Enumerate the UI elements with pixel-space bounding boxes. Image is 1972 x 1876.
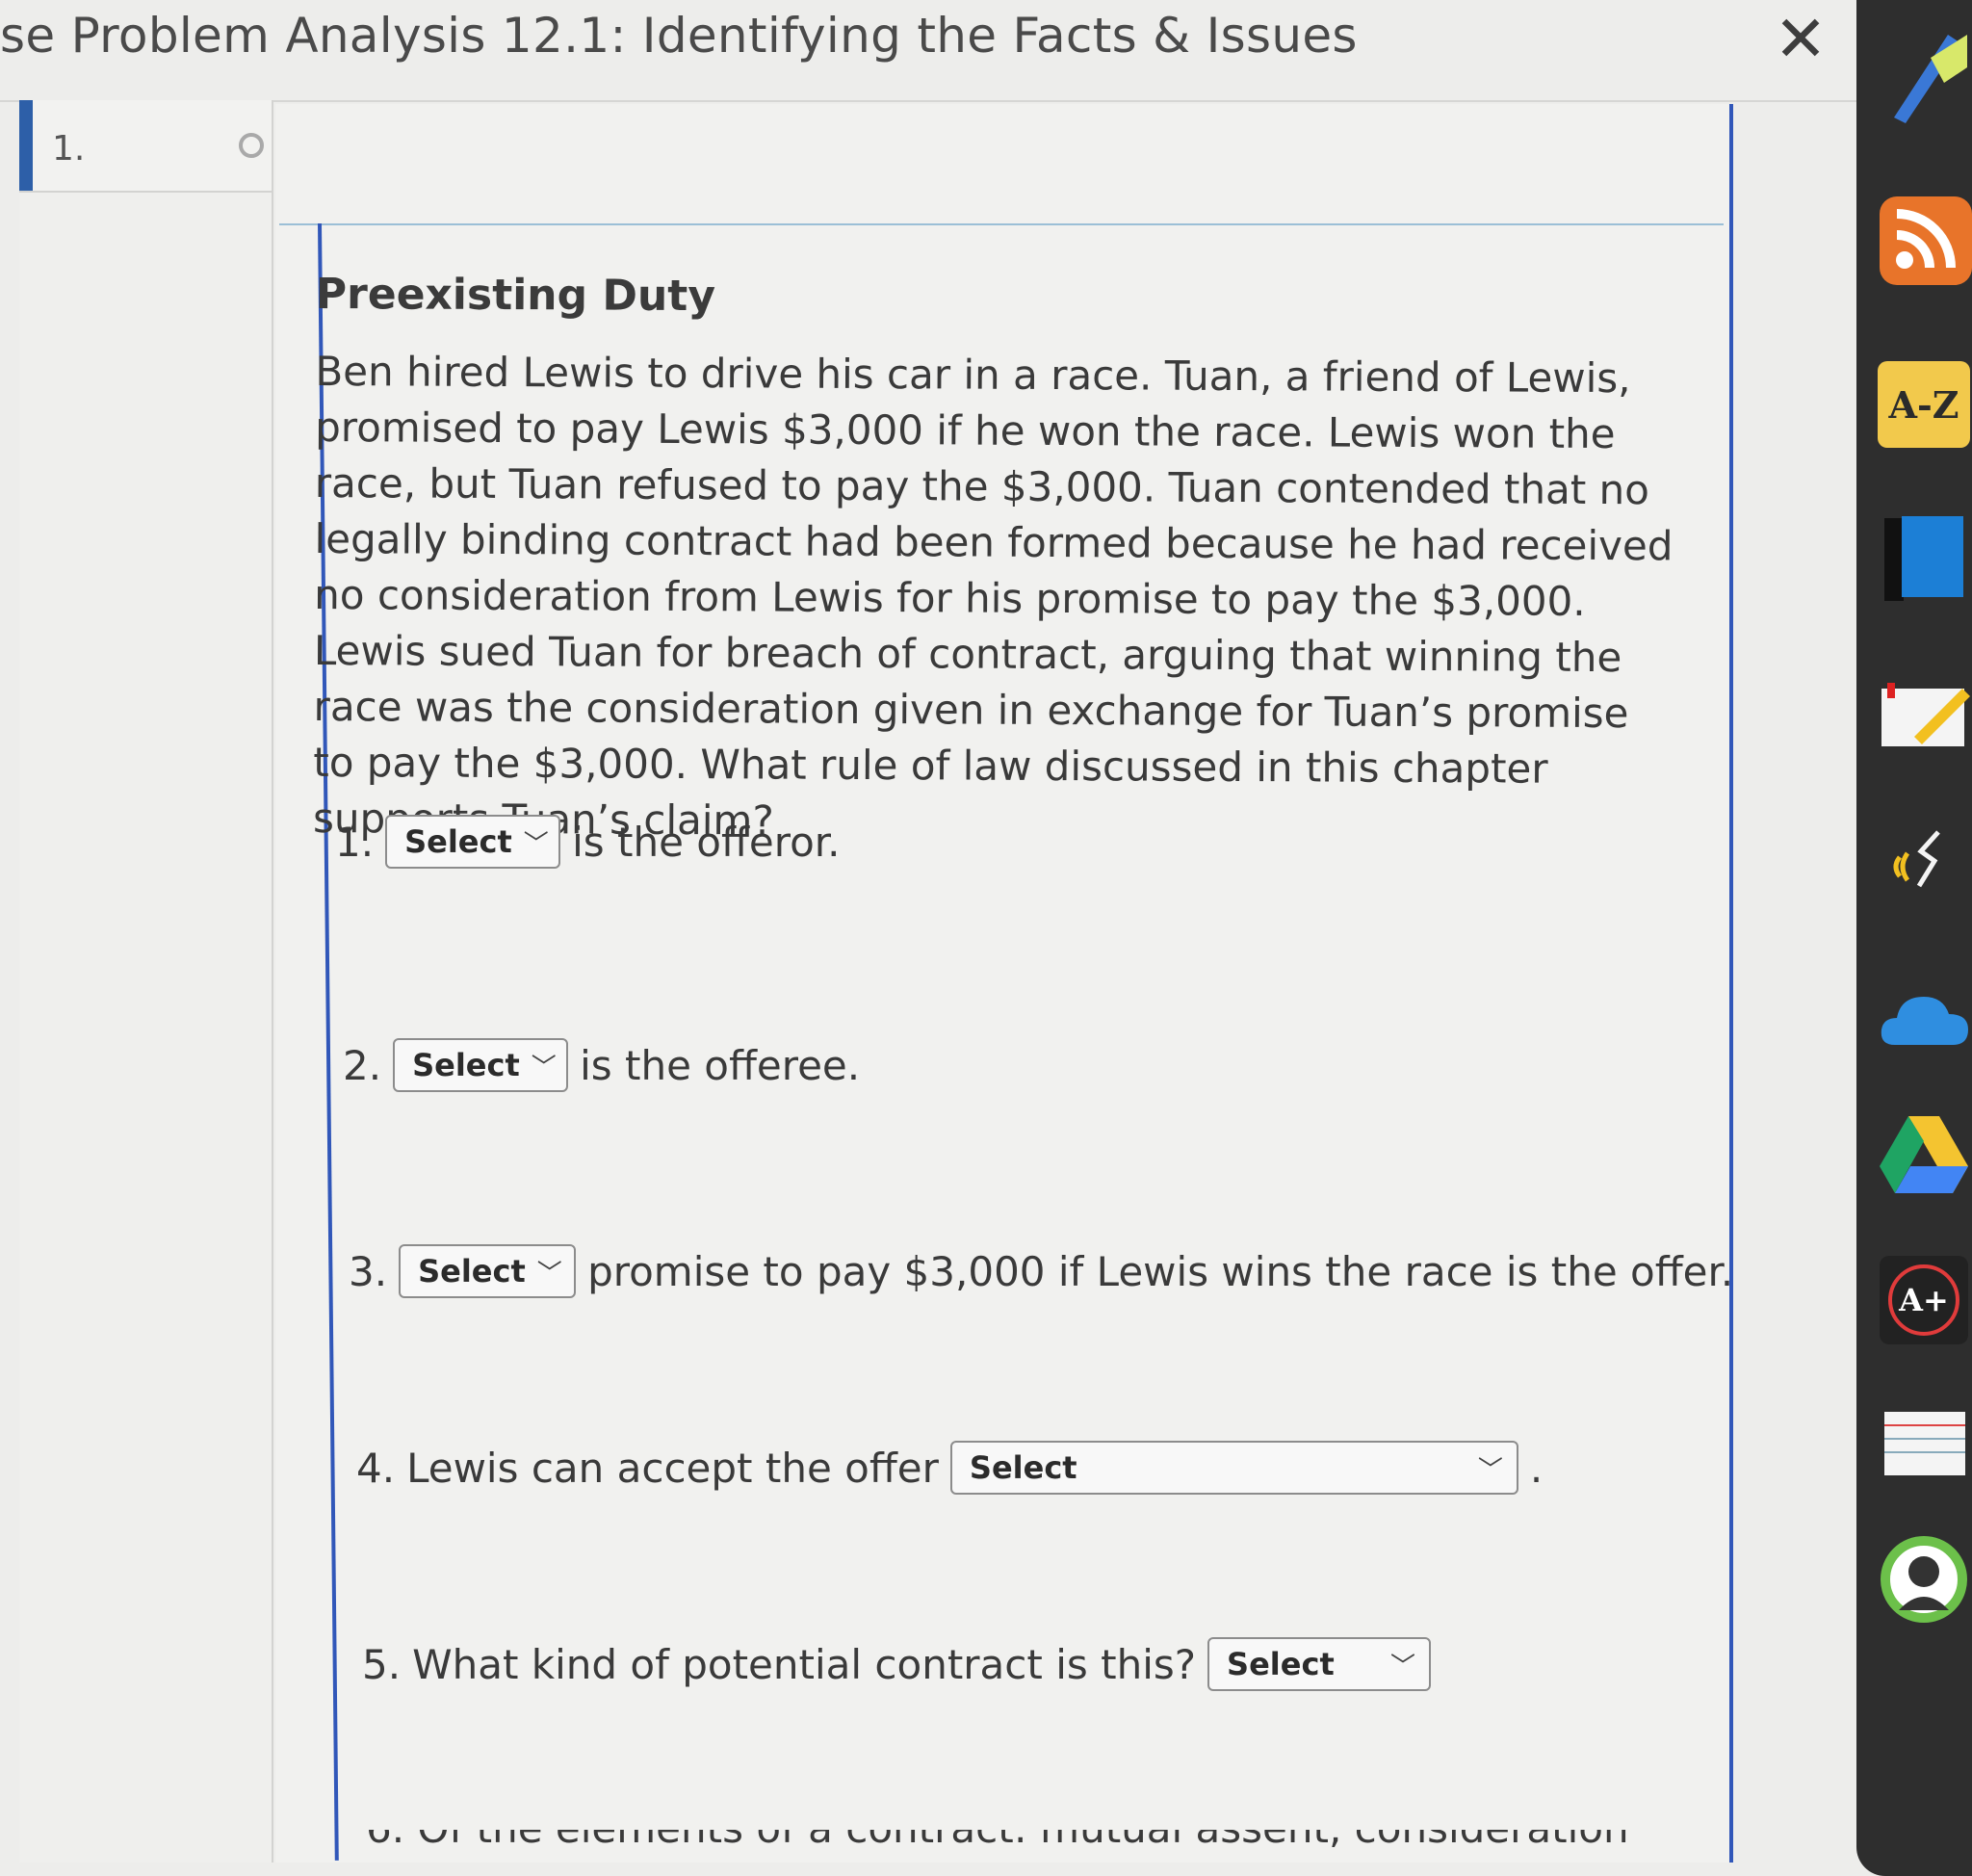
item-text: promise to pay $3,000 if Lewis wins the …: [587, 1247, 1734, 1295]
item-number: 5.: [362, 1640, 402, 1688]
contract-type-select[interactable]: Select ﹀: [1207, 1637, 1432, 1691]
item-text: What kind of potential contract is this?: [412, 1640, 1197, 1688]
grade-icon[interactable]: A+: [1876, 1252, 1972, 1348]
offer-party-select[interactable]: Select ﹀: [399, 1244, 577, 1298]
chevron-down-icon: ﹀: [531, 1053, 557, 1082]
avatar-icon[interactable]: [1876, 1531, 1972, 1628]
close-icon: ✕: [1774, 2, 1828, 76]
item-3: 3. Select ﹀ promise to pay $3,000 if Lewi…: [349, 1244, 1733, 1298]
active-indicator: [19, 100, 33, 191]
item-4: 4. Lewis can accept the offer Select ﹀ .: [356, 1441, 1543, 1495]
cut-off-line: 6. Of the elements of a contract: mutual…: [366, 1830, 1629, 1847]
offeree-select[interactable]: Select ﹀: [393, 1038, 569, 1092]
question-nav-item[interactable]: 1.: [19, 100, 272, 193]
item-number: 4.: [356, 1444, 396, 1492]
item-number: 1.: [335, 818, 375, 866]
question-nav: 1.: [19, 100, 273, 1863]
dictionary-icon[interactable]: A-Z: [1876, 356, 1972, 453]
book-icon[interactable]: [1876, 510, 1972, 607]
toolbar-sidebar: A-Z A+: [1856, 0, 1972, 1876]
highlighter-icon[interactable]: [1876, 664, 1972, 761]
question-number: 1.: [52, 129, 86, 169]
chevron-down-icon: ﹀: [1477, 1455, 1503, 1485]
acceptance-select[interactable]: Select ﹀: [949, 1441, 1518, 1495]
item-text-end: .: [1529, 1444, 1544, 1492]
pencil-icon[interactable]: [1876, 29, 1972, 125]
item-number: 2.: [343, 1041, 382, 1089]
title-divider: [0, 100, 1858, 102]
speech-icon[interactable]: [1876, 814, 1972, 910]
offeror-select[interactable]: Select ﹀: [385, 815, 561, 869]
cloud-icon[interactable]: [1876, 973, 1972, 1069]
item-text: Lewis can accept the offer: [406, 1444, 939, 1492]
chevron-down-icon: ﹀: [1390, 1652, 1416, 1681]
item-text: is the offeror.: [572, 818, 841, 866]
item-5: 5. What kind of potential contract is th…: [362, 1637, 1442, 1691]
status-circle-icon: [239, 133, 264, 158]
question-paragraph: Ben hired Lewis to drive his car in a ra…: [313, 347, 1674, 845]
chevron-down-icon: ﹀: [523, 829, 549, 859]
item-2: 2. Select ﹀ is the offeree.: [343, 1038, 860, 1092]
close-button[interactable]: ✕: [1772, 6, 1829, 73]
chevron-down-icon: ﹀: [536, 1259, 562, 1289]
item-text: is the offeree.: [580, 1041, 861, 1089]
content-divider: [279, 223, 1724, 225]
notecard-icon[interactable]: [1876, 1396, 1972, 1493]
item-number: 3.: [349, 1247, 388, 1295]
question-body: Preexisting Duty Ben hired Lewis to driv…: [313, 270, 1702, 854]
window-title: se Problem Analysis 12.1: Identifying th…: [0, 8, 1358, 64]
drive-icon[interactable]: [1876, 1107, 1972, 1204]
question-heading: Preexisting Duty: [315, 270, 716, 322]
rss-icon[interactable]: [1876, 193, 1972, 289]
item-1: 1. Select ﹀ is the offeror.: [335, 815, 841, 869]
